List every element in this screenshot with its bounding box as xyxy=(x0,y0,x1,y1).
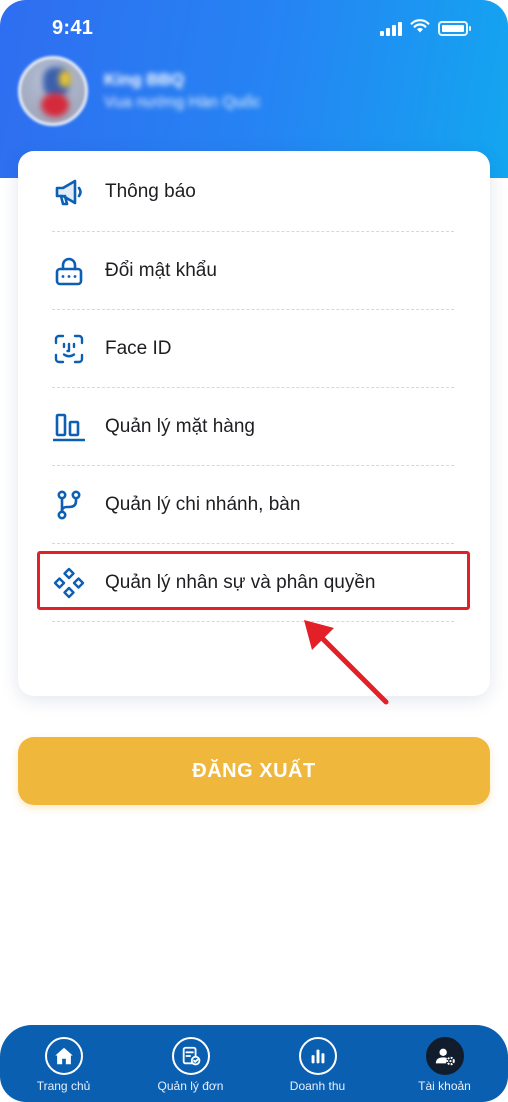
bottom-tab-bar: Trang chủ Quản lý đơn Doanh thu Tài khoả… xyxy=(0,1025,508,1102)
menu-item-manage-staff-permissions[interactable]: Quản lý nhân sự và phân quyền xyxy=(52,544,454,622)
megaphone-icon xyxy=(52,175,86,209)
profile-name: King BBQ xyxy=(104,70,185,89)
status-bar: 9:41 xyxy=(0,0,508,56)
tab-account[interactable]: Tài khoản xyxy=(381,1025,508,1102)
tab-label: Doanh thu xyxy=(289,1079,346,1093)
wifi-icon xyxy=(410,18,430,38)
logout-button[interactable]: ĐĂNG XUẤT xyxy=(18,737,490,805)
face-id-icon xyxy=(52,332,86,366)
menu-item-label: Quản lý chi nhánh, bàn xyxy=(105,494,301,515)
avatar[interactable] xyxy=(18,56,88,126)
tab-orders[interactable]: Quản lý đơn xyxy=(127,1025,254,1102)
menu-item-label: Thông báo xyxy=(105,180,196,202)
account-settings-icon xyxy=(425,1037,464,1075)
status-icons xyxy=(380,18,471,38)
tab-revenue[interactable]: Doanh thu xyxy=(254,1025,381,1102)
order-icon xyxy=(171,1037,210,1075)
settings-menu-list: Thông báo Đổi mật khẩu Face ID Quản lý m… xyxy=(52,151,454,622)
home-icon xyxy=(44,1037,83,1075)
menu-item-face-id[interactable]: Face ID xyxy=(52,310,454,388)
lock-password-icon xyxy=(52,254,86,288)
tab-label: Tài khoản xyxy=(418,1079,471,1093)
cellular-signal-icon xyxy=(380,21,402,36)
menu-item-label: Quản lý mặt hàng xyxy=(105,416,255,437)
menu-item-manage-products[interactable]: Quản lý mặt hàng xyxy=(52,388,454,466)
profile-subtitle: Vua nướng Hàn Quốc xyxy=(104,94,261,111)
menu-item-label: Quản lý nhân sự và phân quyền xyxy=(105,572,376,593)
tab-label: Quản lý đơn xyxy=(157,1079,224,1093)
status-time: 9:41 xyxy=(52,17,94,39)
profile-header[interactable]: King BBQ Vua nướng Hàn Quốc xyxy=(18,56,261,126)
menu-item-label: Đổi mật khẩu xyxy=(105,260,217,281)
menu-item-label: Face ID xyxy=(105,338,172,359)
profile-info: King BBQ Vua nướng Hàn Quốc xyxy=(104,68,261,114)
battery-icon xyxy=(438,20,471,36)
chart-icon xyxy=(298,1037,337,1075)
diamond-grid-icon xyxy=(52,566,86,600)
settings-menu-card: Thông báo Đổi mật khẩu Face ID Quản lý m… xyxy=(18,151,490,696)
product-bars-icon xyxy=(52,410,86,444)
tab-home[interactable]: Trang chủ xyxy=(0,1025,127,1102)
menu-item-change-password[interactable]: Đổi mật khẩu xyxy=(52,232,454,310)
branch-icon xyxy=(52,488,86,522)
menu-item-notifications[interactable]: Thông báo xyxy=(52,151,454,232)
phone-screen: 9:41 King BBQ Vua nướng Hàn Quốc Thông b… xyxy=(0,0,508,1102)
menu-item-manage-branches[interactable]: Quản lý chi nhánh, bàn xyxy=(52,466,454,544)
tab-label: Trang chủ xyxy=(36,1079,91,1093)
